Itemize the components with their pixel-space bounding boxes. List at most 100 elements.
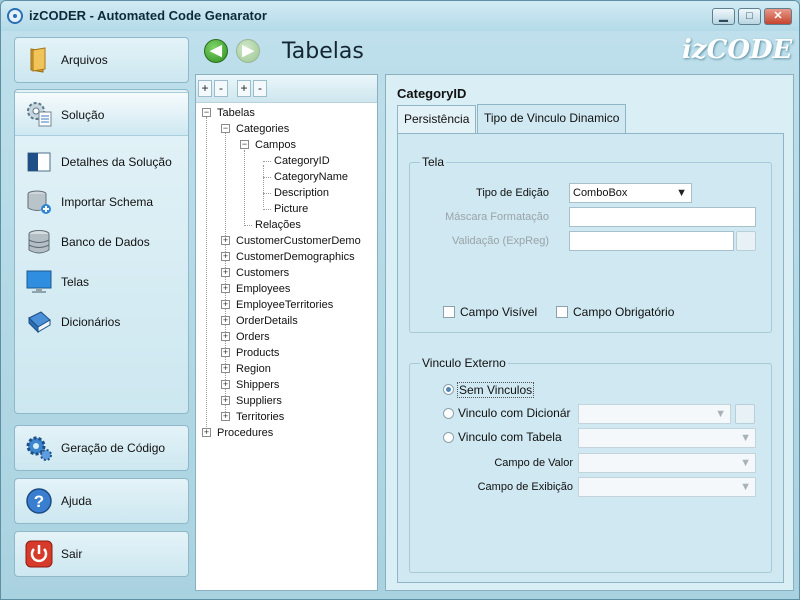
tree-node-table[interactable]: Territories (236, 409, 284, 425)
window-title: izCODER - Automated Code Genarator (29, 8, 267, 23)
nav-item-telas[interactable]: Telas (15, 262, 188, 302)
nav-item-sair[interactable]: Sair (15, 534, 188, 574)
close-button[interactable]: ✕ (764, 8, 792, 25)
tree-node-field[interactable]: CategoryName (274, 169, 348, 185)
expand-icon[interactable]: + (221, 268, 230, 277)
sem-vinculos-radio[interactable] (443, 384, 454, 395)
tab-persistencia[interactable]: Persistência (397, 105, 477, 133)
nav-item-solucao[interactable]: Solução (15, 92, 188, 136)
nav-item-arquivos[interactable]: Arquivos (15, 40, 188, 80)
tree-node-table[interactable]: CustomerDemographics (236, 249, 355, 265)
mascara-label: Máscara Formatação (445, 211, 549, 223)
dicionario-edit-button[interactable] (735, 404, 755, 424)
nav-help-box: ? Ajuda (14, 478, 189, 524)
tree-node-table[interactable]: Region (236, 361, 271, 377)
tab-content: Tela Tipo de Edição ComboBox ▼ Máscara F… (397, 133, 784, 583)
tree-node-field[interactable]: Description (274, 185, 329, 201)
campo-exibicao-select[interactable]: ▼ (578, 477, 756, 497)
tree-connector (263, 161, 271, 162)
collapse-icon[interactable]: − (240, 140, 249, 149)
tree-node-table[interactable]: Customers (236, 265, 289, 281)
dropdown-arrow-icon: ▼ (715, 408, 726, 420)
nav-files-box: Arquivos (14, 37, 189, 83)
nav-item-dicionarios[interactable]: Dicionários (15, 302, 188, 342)
tab-tipo-vinculo-dinamico[interactable]: Tipo de Vinculo Dinamico (477, 104, 627, 134)
expand-icon[interactable]: + (202, 428, 211, 437)
nav-exit-box: Sair (14, 531, 189, 577)
database-icon (28, 230, 50, 254)
add-node-button[interactable]: + (237, 80, 251, 97)
tree-node-field[interactable]: Picture (274, 201, 308, 217)
forward-arrow-icon[interactable]: ▶ (236, 39, 260, 63)
minimize-button[interactable]: ▁ (712, 8, 735, 25)
expand-icon[interactable]: + (221, 396, 230, 405)
validacao-input[interactable] (569, 231, 734, 251)
tree-node-table[interactable]: Suppliers (236, 393, 282, 409)
nav-label: Detalhes da Solução (61, 155, 172, 169)
expand-icon[interactable]: + (221, 412, 230, 421)
vinculo-dicionario-radio[interactable] (443, 408, 454, 419)
expand-icon[interactable]: + (221, 252, 230, 261)
tipo-edicao-select[interactable]: ComboBox ▼ (569, 183, 692, 203)
tree-node-campos[interactable]: Campos (255, 137, 296, 153)
tree-node-table[interactable]: Categories (236, 121, 289, 137)
tree-node-relacoes[interactable]: Relações (255, 217, 301, 233)
nav-item-importar-schema[interactable]: Importar Schema (15, 182, 188, 222)
back-arrow-icon[interactable]: ◀ (204, 39, 228, 63)
field-title: CategoryID (397, 86, 467, 101)
tree-node-tabelas[interactable]: Tabelas (217, 105, 255, 121)
mascara-input[interactable] (569, 207, 756, 227)
group-title: Tela (420, 155, 447, 169)
maximize-button[interactable]: □ (738, 8, 761, 25)
tree-node-table[interactable]: Products (236, 345, 279, 361)
expand-icon[interactable]: + (221, 332, 230, 341)
expand-icon[interactable]: + (221, 380, 230, 389)
campo-visivel-checkbox[interactable] (443, 306, 455, 318)
remove-node-button[interactable]: - (253, 80, 267, 97)
campo-valor-label: Campo de Valor (494, 457, 573, 469)
tree-node-table[interactable]: EmployeeTerritories (236, 297, 333, 313)
expand-icon[interactable]: + (221, 236, 230, 245)
collapse-icon[interactable]: − (221, 124, 230, 133)
collapse-icon[interactable]: − (202, 108, 211, 117)
nav-item-detalhes[interactable]: Detalhes da Solução (15, 142, 188, 182)
tree-connector (263, 177, 271, 178)
nav-label: Sair (61, 547, 83, 561)
expand-icon[interactable]: + (221, 348, 230, 357)
tree-node-field[interactable]: CategoryID (274, 153, 330, 169)
tree-connector (263, 165, 264, 207)
tree-node-table[interactable]: OrderDetails (236, 313, 298, 329)
tree-node-procedures[interactable]: Procedures (217, 425, 273, 441)
nav-item-banco-dados[interactable]: Banco de Dados (15, 222, 188, 262)
book-icon (28, 311, 51, 334)
nav-item-ajuda[interactable]: ? Ajuda (15, 481, 188, 521)
expand-all-button[interactable]: + (198, 80, 212, 97)
vinculo-tabela-radio[interactable] (443, 432, 454, 443)
expand-icon[interactable]: + (221, 284, 230, 293)
campo-visivel-label: Campo Visível (460, 305, 538, 319)
expand-icon[interactable]: + (221, 316, 230, 325)
collapse-all-button[interactable]: - (214, 80, 228, 97)
campo-valor-select[interactable]: ▼ (578, 453, 756, 473)
database-import-icon (27, 190, 51, 214)
validacao-edit-button[interactable] (736, 231, 756, 251)
validacao-label: Validação (ExpReg) (451, 235, 549, 247)
campo-obrigatorio-checkbox[interactable] (556, 306, 568, 318)
dropdown-arrow-icon: ▼ (740, 481, 751, 493)
nav-label: Ajuda (61, 494, 92, 508)
nav-label: Solução (61, 108, 105, 122)
tree-node-table[interactable]: Shippers (236, 377, 279, 393)
dicionario-select[interactable]: ▼ (578, 404, 731, 424)
tree-node-table[interactable]: CustomerCustomerDemo (236, 233, 361, 249)
tree-connector (263, 193, 271, 194)
tree-node-table[interactable]: Employees (236, 281, 290, 297)
expand-icon[interactable]: + (221, 364, 230, 373)
expand-icon[interactable]: + (221, 300, 230, 309)
tipo-edicao-label: Tipo de Edição (476, 187, 549, 199)
help-icon: ? (26, 488, 52, 514)
nav-item-geracao-codigo[interactable]: Geração de Código (15, 428, 188, 468)
tree-node-table[interactable]: Orders (236, 329, 270, 345)
tree-connector (244, 150, 245, 224)
page-title: Tabelas (282, 39, 364, 64)
tabela-select[interactable]: ▼ (578, 428, 756, 448)
